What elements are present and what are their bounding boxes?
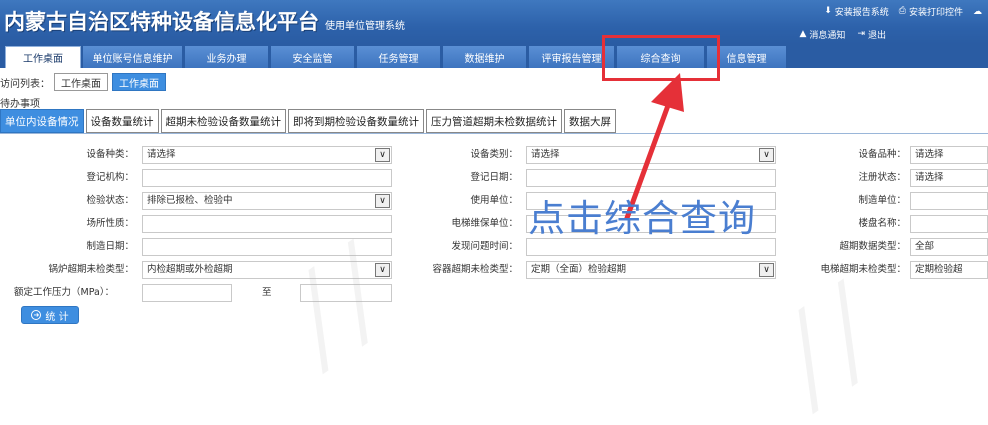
- logout-link[interactable]: ⇥ 退出: [857, 28, 886, 42]
- install-print-label: 安装打印控件: [908, 8, 963, 18]
- pressure-max-input[interactable]: [300, 284, 392, 302]
- access-label: 访问列表：: [0, 78, 50, 90]
- user-links: ▲ 消息通知 ⇥ 退出: [799, 28, 887, 42]
- elevator-overdue-value: 定期检验超: [915, 264, 963, 275]
- notification-link[interactable]: ▲ 消息通知: [799, 28, 846, 42]
- elevator-maint-label: 电梯维保单位：: [451, 218, 518, 229]
- vessel-overdue-label: 容器超期未检类型：: [432, 264, 518, 275]
- overdue-data-type-value: 全部: [915, 241, 935, 252]
- use-unit-label: 使用单位：: [470, 195, 518, 206]
- vessel-overdue-select[interactable]: 定期（全面）检验超期 ∨: [526, 261, 776, 279]
- access-tab-2[interactable]: 工作桌面: [112, 73, 166, 91]
- reg-org-label: 登记机构：: [86, 172, 134, 183]
- main-nav: 工作桌面 单位账号信息维护 业务办理 安全监管 任务管理 数据维护 评审报告管理…: [0, 44, 988, 68]
- building-name-input[interactable]: [910, 215, 988, 233]
- install-report-link[interactable]: ⬇ 安装报告系统: [824, 5, 889, 19]
- sub-tabs: 单位内设备情况 设备数量统计 超期未检验设备数量统计 即将到期检验设备数量统计 …: [0, 109, 616, 133]
- tab-overdue-count[interactable]: 超期未检验设备数量统计: [160, 109, 286, 133]
- pending-label: 待办事项: [0, 99, 40, 110]
- chevron-down-icon: ∨: [375, 194, 390, 208]
- printer-icon: ⎙: [898, 6, 906, 16]
- building-name-label: 楼盘名称：: [858, 218, 906, 229]
- install-report-label: 安装报告系统: [834, 8, 889, 18]
- reg-date-label: 登记日期：: [470, 172, 518, 183]
- equip-variety-value: 请选择: [915, 149, 944, 160]
- nav-tasks[interactable]: 任务管理: [357, 46, 441, 68]
- boiler-overdue-value: 内检超期或外检超期: [147, 264, 233, 275]
- overdue-data-type-label: 超期数据类型：: [839, 241, 906, 252]
- chevron-down-icon: ∨: [375, 148, 390, 162]
- equip-category-value: 请选择: [531, 149, 560, 160]
- download-icon: ⬇: [824, 6, 832, 16]
- chevron-down-icon: ∨: [375, 263, 390, 277]
- maker-input[interactable]: [910, 192, 988, 210]
- inspect-status-select[interactable]: 排除已报检、检验中 ∨: [142, 192, 392, 210]
- app-subtitle: 使用单位管理系统: [325, 21, 405, 32]
- reg-date-input[interactable]: [526, 169, 776, 187]
- equip-type-select[interactable]: 请选择 ∨: [142, 146, 392, 164]
- inspect-status-label: 检验状态：: [86, 195, 134, 206]
- reg-status-label: 注册状态：: [858, 172, 906, 183]
- query-form: 设备种类： 请选择 ∨ 设备类别： 请选择 ∨ 设备品种： 请选择 登记机构： …: [0, 142, 988, 302]
- tab-data-screen[interactable]: 数据大屏: [564, 109, 616, 133]
- equip-type-value: 请选择: [147, 149, 176, 160]
- annotation-text: 点击综合查询: [528, 197, 756, 240]
- nav-business[interactable]: 业务办理: [185, 46, 269, 68]
- app-title: 内蒙古自治区特种设备信息化平台: [4, 9, 319, 34]
- elevator-overdue-select[interactable]: 定期检验超: [910, 261, 988, 279]
- equip-category-select[interactable]: 请选择 ∨: [526, 146, 776, 164]
- nav-safety[interactable]: 安全监管: [271, 46, 355, 68]
- access-list: 访问列表： 工作桌面 工作桌面: [0, 72, 166, 92]
- install-print-link[interactable]: ⎙ 安装打印控件: [898, 5, 963, 19]
- equip-category-label: 设备类别：: [470, 149, 518, 160]
- nav-data[interactable]: 数据维护: [443, 46, 527, 68]
- pressure-min-input[interactable]: [142, 284, 232, 302]
- boiler-overdue-select[interactable]: 内检超期或外检超期 ∨: [142, 261, 392, 279]
- site-nature-label: 场所性质：: [86, 218, 134, 229]
- notification-label: 消息通知: [809, 31, 846, 41]
- tab-unit-equipment[interactable]: 单位内设备情况: [0, 109, 84, 133]
- pressure-label: 额定工作压力（MPa）：: [14, 287, 115, 298]
- logout-icon: ⇥: [857, 29, 865, 39]
- bell-icon: ▲: [799, 29, 807, 39]
- overdue-data-type-select[interactable]: 全部: [910, 238, 988, 256]
- nav-workbench[interactable]: 工作桌面: [5, 46, 81, 68]
- equip-variety-label: 设备品种：: [858, 149, 906, 160]
- equip-type-label: 设备种类：: [86, 149, 134, 160]
- pressure-to-label: 至: [262, 287, 272, 298]
- tab-pipeline-overdue[interactable]: 压力管道超期未检数据统计: [426, 109, 562, 133]
- stat-button[interactable]: ➜ 统 计: [21, 306, 79, 324]
- inspect-status-value: 排除已报检、检验中: [147, 195, 233, 206]
- maker-label: 制造单位：: [858, 195, 906, 206]
- app-header: 内蒙古自治区特种设备信息化平台 使用单位管理系统 ⬇ 安装报告系统 ⎙ 安装打印…: [0, 0, 988, 44]
- chevron-down-icon: ∨: [759, 148, 774, 162]
- highlight-box: [602, 35, 720, 81]
- found-time-label: 发现问题时间：: [451, 241, 518, 252]
- access-tab-1[interactable]: 工作桌面: [54, 73, 108, 91]
- make-date-input[interactable]: [142, 238, 392, 256]
- more-icon[interactable]: ☁: [973, 5, 982, 18]
- tab-upcoming-count[interactable]: 即将到期检验设备数量统计: [288, 109, 424, 133]
- chevron-down-icon: ∨: [759, 263, 774, 277]
- arrow-right-circle-icon: ➜: [31, 310, 42, 320]
- top-links: ⬇ 安装报告系统 ⎙ 安装打印控件 ☁: [824, 5, 982, 19]
- brand: 内蒙古自治区特种设备信息化平台 使用单位管理系统: [4, 6, 405, 36]
- elevator-overdue-label: 电梯超期未检类型：: [820, 264, 906, 275]
- reg-org-input[interactable]: [142, 169, 392, 187]
- make-date-label: 制造日期：: [86, 241, 134, 252]
- logout-label: 退出: [867, 31, 886, 41]
- nav-account-info[interactable]: 单位账号信息维护: [83, 46, 183, 68]
- equip-variety-select[interactable]: 请选择: [910, 146, 988, 164]
- tab-equipment-count[interactable]: 设备数量统计: [85, 109, 159, 133]
- stat-button-label: 统 计: [45, 311, 69, 323]
- reg-status-select[interactable]: 请选择: [910, 169, 988, 187]
- tab-divider: [0, 133, 988, 134]
- boiler-overdue-label: 锅炉超期未检类型：: [48, 264, 134, 275]
- vessel-overdue-value: 定期（全面）检验超期: [531, 264, 627, 275]
- site-nature-input[interactable]: [142, 215, 392, 233]
- reg-status-value: 请选择: [915, 172, 944, 183]
